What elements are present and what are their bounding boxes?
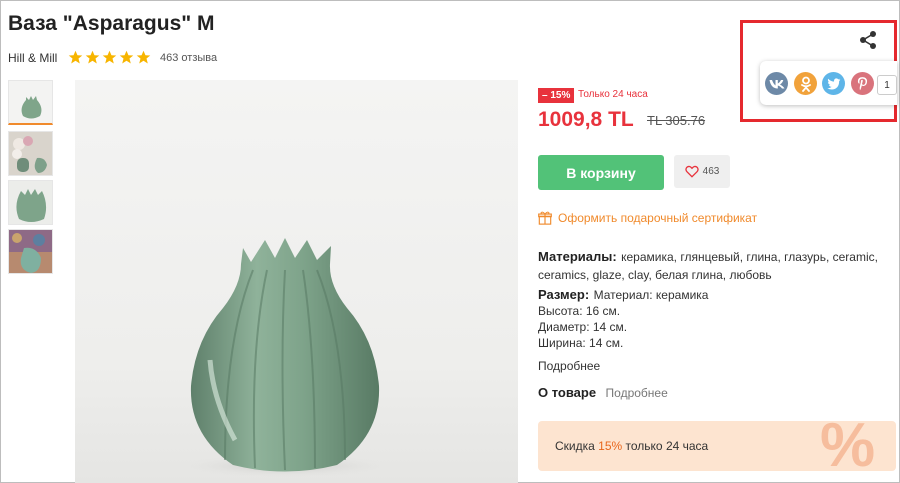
flowers-thumbnail-image [9, 132, 52, 175]
old-price: TL 305.76 [647, 113, 706, 128]
star-icon [136, 50, 151, 64]
about-more-link[interactable]: Подробнее [606, 386, 668, 400]
vase-image [170, 238, 400, 478]
vk-share-button[interactable] [765, 72, 788, 95]
star-icon [102, 50, 117, 64]
discount-badge: – 15% [538, 88, 575, 103]
thumbnail-2[interactable] [8, 131, 53, 176]
promo-text-after: только 24 часа [622, 439, 709, 453]
thumbnail-3[interactable] [8, 180, 53, 225]
gift-certificate-label: Оформить подарочный сертификат [558, 211, 758, 225]
materials-label: Материалы: [538, 249, 617, 264]
reviews-link[interactable]: 463 отзыва [160, 52, 217, 64]
promo-percent-symbol: % [820, 421, 876, 471]
twitter-share-button[interactable] [822, 72, 845, 95]
vk-icon [769, 79, 784, 88]
brand-link[interactable]: Hill & Mill [8, 51, 57, 65]
main-product-image[interactable] [75, 80, 518, 483]
pinterest-share-button[interactable] [851, 72, 874, 95]
about-section: О товаре Подробнее [538, 384, 668, 402]
about-label: О товаре [538, 385, 597, 400]
heart-icon [684, 165, 699, 178]
share-icon[interactable] [858, 30, 878, 50]
share-count: 1 [877, 75, 897, 95]
size-height: Высота: 16 см. [538, 304, 621, 318]
thumbnail-4[interactable] [8, 229, 53, 274]
star-icon [119, 50, 134, 64]
size-diameter: Диаметр: 14 см. [538, 320, 628, 334]
favorite-count: 463 [702, 166, 720, 177]
star-icon [68, 50, 83, 64]
gift-icon [538, 211, 552, 225]
vase-pattern-thumbnail-image [9, 230, 52, 273]
limited-time-text: Только 24 часа [578, 89, 648, 100]
materials-section: Материалы: керамика, глянцевый, глина, г… [538, 248, 893, 284]
thumbnail-1[interactable] [8, 80, 53, 125]
vase-thumbnail-image [9, 81, 52, 123]
promo-text: Скидка 15% только 24 часа [555, 439, 708, 453]
gift-certificate-link[interactable]: Оформить подарочный сертификат [538, 211, 757, 225]
odnoklassniki-icon [800, 76, 811, 92]
promo-banner: % Скидка 15% только 24 часа [538, 421, 896, 471]
attributes-more-link[interactable]: Подробнее [538, 359, 600, 373]
add-to-cart-button[interactable]: В корзину [538, 155, 664, 190]
current-price: 1009,8 TL [538, 108, 634, 131]
size-label: Размер: [538, 287, 590, 302]
product-title: Ваза "Asparagus" M [8, 12, 215, 35]
twitter-icon [826, 77, 840, 90]
size-section: Размер: Материал: керамика Высота: 16 см… [538, 287, 708, 351]
size-width: Ширина: 14 см. [538, 336, 624, 350]
rating-stars [68, 50, 151, 65]
star-icon [85, 50, 100, 64]
pinterest-icon [857, 77, 868, 91]
favorite-button[interactable]: 463 [674, 155, 730, 188]
vase-closeup-thumbnail-image [9, 181, 52, 224]
odnoklassniki-share-button[interactable] [794, 72, 817, 95]
size-material: Материал: керамика [593, 288, 709, 302]
promo-percent: 15% [598, 439, 623, 453]
promo-text-before: Скидка [555, 439, 599, 453]
